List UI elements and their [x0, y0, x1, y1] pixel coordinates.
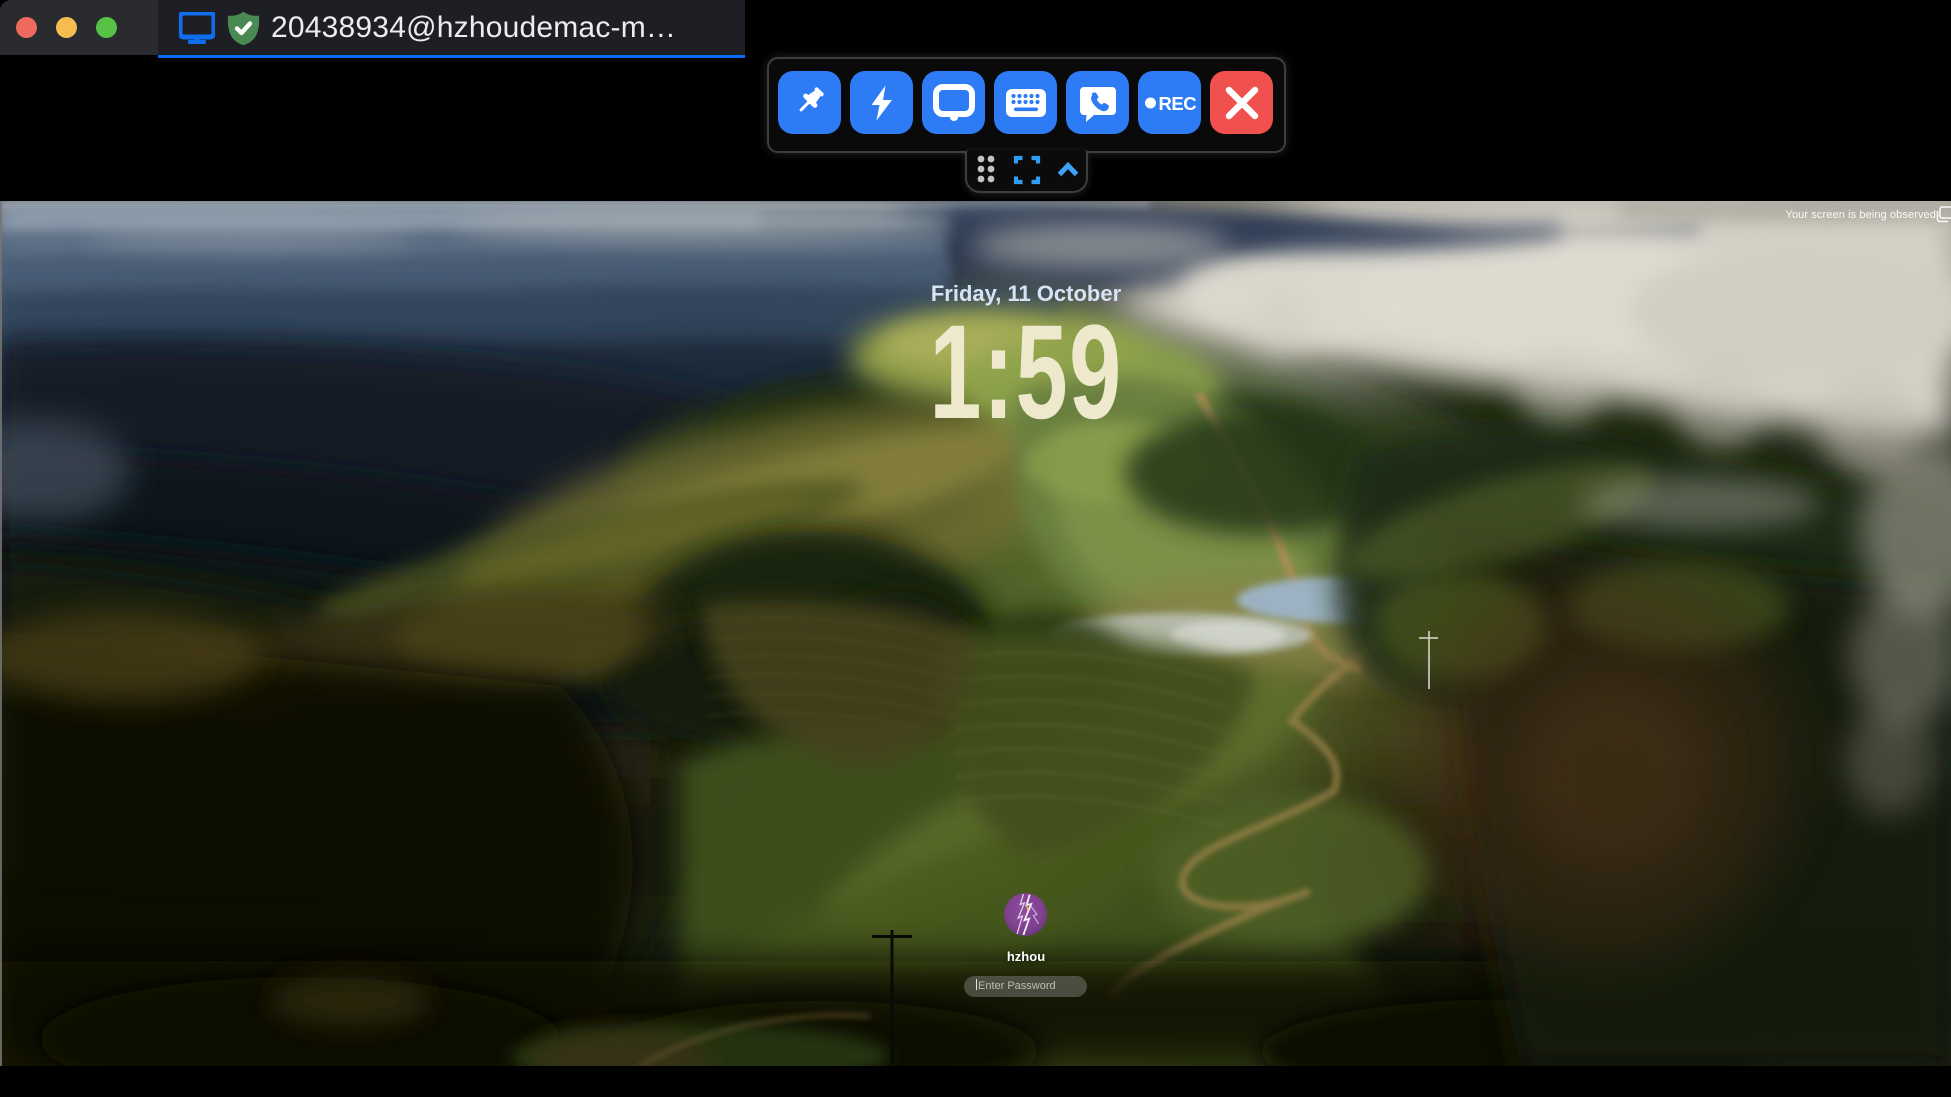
svg-text:REC: REC	[1158, 93, 1196, 114]
